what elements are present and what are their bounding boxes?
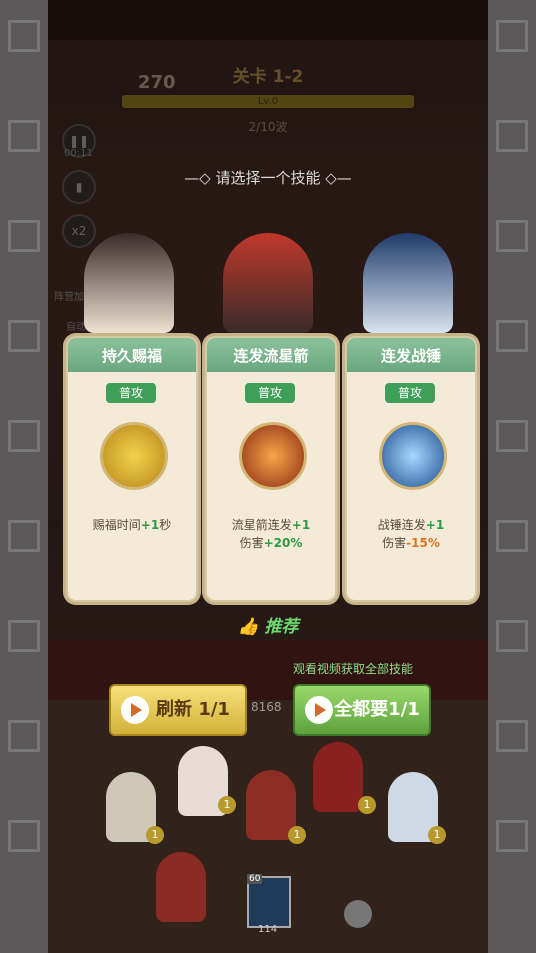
- card-tag: 普攻: [385, 383, 435, 403]
- war-hammer-icon: [379, 422, 447, 490]
- unit-level-badge: 1: [288, 826, 306, 844]
- skill-card-3[interactable]: 连发战锤 普攻 战锤连发+1 伤害-15%: [345, 336, 477, 602]
- meteor-arrow-icon: [239, 422, 307, 490]
- play-video-icon: [121, 696, 149, 724]
- card-tag: 普攻: [106, 383, 156, 403]
- card-description: 赐福时间+1秒: [92, 518, 172, 532]
- skill-deck-card[interactable]: 60: [247, 874, 291, 928]
- right-border: [488, 0, 536, 953]
- watch-video-hint: 观看视频获取全部技能: [293, 662, 414, 676]
- unit-level-badge: 1: [146, 826, 164, 844]
- card-cost: 60: [247, 874, 263, 884]
- choose-skill-prompt: —◇ 请选择一个技能 ◇—: [184, 169, 352, 187]
- unit-level-badge: 1: [428, 826, 446, 844]
- card-title: 连发流星箭: [207, 338, 335, 372]
- unit-4[interactable]: [313, 742, 363, 812]
- card-tag: 普攻: [245, 383, 295, 403]
- unit-level-badge: 1: [218, 796, 236, 814]
- skill-card-1[interactable]: 持久赐福 普攻 赐福时间+1秒: [66, 336, 198, 602]
- skill-card-2[interactable]: 连发流星箭 普攻 流星箭连发+1 伤害+20%: [205, 336, 337, 602]
- unit-level-badge: 1: [358, 796, 376, 814]
- card-description: 流星箭连发+1 伤害+20%: [231, 518, 311, 550]
- gear-icon[interactable]: [344, 900, 372, 928]
- recommend-label: 👍 推荐: [237, 617, 299, 637]
- card-title: 持久赐福: [68, 338, 196, 372]
- refresh-button[interactable]: 刷新 1/1: [109, 684, 247, 736]
- thumbs-up-icon: 👍: [237, 617, 259, 637]
- hero-portrait-1: [84, 233, 174, 333]
- play-video-icon: [305, 696, 333, 724]
- card-description: 战锤连发+1 伤害-15%: [377, 518, 445, 550]
- hero-portrait-3: [363, 233, 453, 333]
- gold-ingot-icon: [100, 422, 168, 490]
- take-all-button[interactable]: 全都要1/1: [293, 684, 431, 736]
- unit-6[interactable]: [156, 852, 206, 922]
- left-border: [0, 0, 48, 953]
- hero-portrait-2: [223, 233, 313, 333]
- game-stage: 270 关卡 1-2 Lv.0 2/10波 ❚❚ 00:11 ▮ x2 阵营加成…: [48, 0, 488, 953]
- card-title: 连发战锤: [347, 338, 475, 372]
- coin-count: 8168: [251, 700, 282, 714]
- bottom-count: 114: [258, 924, 278, 935]
